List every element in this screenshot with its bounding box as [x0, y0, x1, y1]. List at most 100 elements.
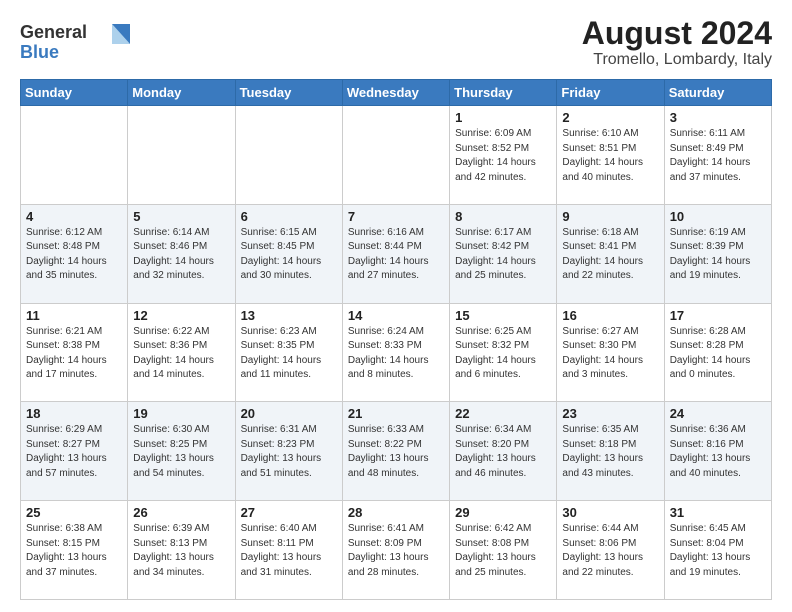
- day-info: Sunrise: 6:40 AM Sunset: 8:11 PM Dayligh…: [241, 522, 337, 580]
- day-info: Sunrise: 6:27 AM Sunset: 8:30 PM Dayligh…: [562, 325, 658, 383]
- page: General Blue August 2024 Tromello, Lomba…: [0, 0, 792, 612]
- calendar-cell: 18 Sunrise: 6:29 AM Sunset: 8:27 PM Dayli…: [21, 402, 128, 501]
- day-info: Sunrise: 6:39 AM Sunset: 8:13 PM Dayligh…: [133, 522, 229, 580]
- day-info: Sunrise: 6:22 AM Sunset: 8:36 PM Dayligh…: [133, 325, 229, 383]
- week-row-1: 1 Sunrise: 6:09 AM Sunset: 8:52 PM Daylig…: [21, 106, 772, 205]
- calendar-cell: 22 Sunrise: 6:34 AM Sunset: 8:20 PM Dayli…: [450, 402, 557, 501]
- day-info: Sunrise: 6:42 AM Sunset: 8:08 PM Dayligh…: [455, 522, 551, 580]
- day-info: Sunrise: 6:38 AM Sunset: 8:15 PM Dayligh…: [26, 522, 122, 580]
- day-info: Sunrise: 6:09 AM Sunset: 8:52 PM Dayligh…: [455, 127, 551, 185]
- calendar-cell: 28 Sunrise: 6:41 AM Sunset: 8:09 PM Dayli…: [342, 501, 449, 600]
- title-block: August 2024 Tromello, Lombardy, Italy: [582, 16, 772, 69]
- day-info: Sunrise: 6:23 AM Sunset: 8:35 PM Dayligh…: [241, 325, 337, 383]
- calendar-cell: 15 Sunrise: 6:25 AM Sunset: 8:32 PM Dayli…: [450, 303, 557, 402]
- day-number: 31: [670, 505, 766, 520]
- calendar-cell: [128, 106, 235, 205]
- calendar-cell: 13 Sunrise: 6:23 AM Sunset: 8:35 PM Dayli…: [235, 303, 342, 402]
- calendar-cell: 5 Sunrise: 6:14 AM Sunset: 8:46 PM Daylig…: [128, 204, 235, 303]
- calendar-table: SundayMondayTuesdayWednesdayThursdayFrid…: [20, 79, 772, 600]
- weekday-header-monday: Monday: [128, 80, 235, 106]
- day-number: 13: [241, 308, 337, 323]
- calendar-cell: 1 Sunrise: 6:09 AM Sunset: 8:52 PM Daylig…: [450, 106, 557, 205]
- day-info: Sunrise: 6:12 AM Sunset: 8:48 PM Dayligh…: [26, 226, 122, 284]
- day-number: 4: [26, 209, 122, 224]
- calendar-cell: 12 Sunrise: 6:22 AM Sunset: 8:36 PM Dayli…: [128, 303, 235, 402]
- day-number: 3: [670, 110, 766, 125]
- calendar-cell: 25 Sunrise: 6:38 AM Sunset: 8:15 PM Dayli…: [21, 501, 128, 600]
- calendar-cell: 7Sunrise: 6:16 AM Sunset: 8:44 PM Daylig…: [342, 204, 449, 303]
- day-info: Sunrise: 6:18 AM Sunset: 8:41 PM Dayligh…: [562, 226, 658, 284]
- day-number: 16: [562, 308, 658, 323]
- logo: General Blue: [20, 16, 130, 69]
- calendar-cell: 20Sunrise: 6:31 AM Sunset: 8:23 PM Dayli…: [235, 402, 342, 501]
- day-number: 22: [455, 406, 551, 421]
- day-number: 15: [455, 308, 551, 323]
- calendar-cell: [235, 106, 342, 205]
- calendar-cell: 17Sunrise: 6:28 AM Sunset: 8:28 PM Dayli…: [664, 303, 771, 402]
- day-number: 25: [26, 505, 122, 520]
- day-number: 18: [26, 406, 122, 421]
- day-info: Sunrise: 6:28 AM Sunset: 8:28 PM Dayligh…: [670, 325, 766, 383]
- header: General Blue August 2024 Tromello, Lomba…: [20, 16, 772, 69]
- day-number: 27: [241, 505, 337, 520]
- week-row-2: 4 Sunrise: 6:12 AM Sunset: 8:48 PM Daylig…: [21, 204, 772, 303]
- day-info: Sunrise: 6:19 AM Sunset: 8:39 PM Dayligh…: [670, 226, 766, 284]
- day-info: Sunrise: 6:10 AM Sunset: 8:51 PM Dayligh…: [562, 127, 658, 185]
- page-subtitle: Tromello, Lombardy, Italy: [582, 51, 772, 69]
- calendar-header: SundayMondayTuesdayWednesdayThursdayFrid…: [21, 80, 772, 106]
- page-title: August 2024: [582, 16, 772, 51]
- day-info: Sunrise: 6:15 AM Sunset: 8:45 PM Dayligh…: [241, 226, 337, 284]
- day-number: 12: [133, 308, 229, 323]
- day-info: Sunrise: 6:17 AM Sunset: 8:42 PM Dayligh…: [455, 226, 551, 284]
- day-number: 28: [348, 505, 444, 520]
- calendar-cell: 19 Sunrise: 6:30 AM Sunset: 8:25 PM Dayli…: [128, 402, 235, 501]
- day-number: 26: [133, 505, 229, 520]
- weekday-row: SundayMondayTuesdayWednesdayThursdayFrid…: [21, 80, 772, 106]
- day-number: 23: [562, 406, 658, 421]
- day-number: 24: [670, 406, 766, 421]
- calendar-cell: 27 Sunrise: 6:40 AM Sunset: 8:11 PM Dayli…: [235, 501, 342, 600]
- day-number: 14: [348, 308, 444, 323]
- calendar-cell: 4 Sunrise: 6:12 AM Sunset: 8:48 PM Daylig…: [21, 204, 128, 303]
- week-row-5: 25 Sunrise: 6:38 AM Sunset: 8:15 PM Dayli…: [21, 501, 772, 600]
- day-number: 29: [455, 505, 551, 520]
- day-info: Sunrise: 6:11 AM Sunset: 8:49 PM Dayligh…: [670, 127, 766, 185]
- calendar-cell: 3 Sunrise: 6:11 AM Sunset: 8:49 PM Daylig…: [664, 106, 771, 205]
- day-info: Sunrise: 6:36 AM Sunset: 8:16 PM Dayligh…: [670, 423, 766, 481]
- day-info: Sunrise: 6:16 AM Sunset: 8:44 PM Dayligh…: [348, 226, 444, 284]
- weekday-header-friday: Friday: [557, 80, 664, 106]
- weekday-header-sunday: Sunday: [21, 80, 128, 106]
- day-info: Sunrise: 6:33 AM Sunset: 8:22 PM Dayligh…: [348, 423, 444, 481]
- day-number: 19: [133, 406, 229, 421]
- day-info: Sunrise: 6:29 AM Sunset: 8:27 PM Dayligh…: [26, 423, 122, 481]
- calendar-cell: [342, 106, 449, 205]
- day-info: Sunrise: 6:45 AM Sunset: 8:04 PM Dayligh…: [670, 522, 766, 580]
- week-row-3: 11Sunrise: 6:21 AM Sunset: 8:38 PM Dayli…: [21, 303, 772, 402]
- calendar-cell: 26 Sunrise: 6:39 AM Sunset: 8:13 PM Dayli…: [128, 501, 235, 600]
- day-info: Sunrise: 6:44 AM Sunset: 8:06 PM Dayligh…: [562, 522, 658, 580]
- day-info: Sunrise: 6:31 AM Sunset: 8:23 PM Dayligh…: [241, 423, 337, 481]
- weekday-header-saturday: Saturday: [664, 80, 771, 106]
- logo-svg: General Blue: [20, 16, 130, 64]
- calendar-cell: 9 Sunrise: 6:18 AM Sunset: 8:41 PM Daylig…: [557, 204, 664, 303]
- calendar-cell: 8 Sunrise: 6:17 AM Sunset: 8:42 PM Daylig…: [450, 204, 557, 303]
- day-info: Sunrise: 6:34 AM Sunset: 8:20 PM Dayligh…: [455, 423, 551, 481]
- day-info: Sunrise: 6:14 AM Sunset: 8:46 PM Dayligh…: [133, 226, 229, 284]
- day-number: 8: [455, 209, 551, 224]
- day-number: 11: [26, 308, 122, 323]
- calendar-body: 1 Sunrise: 6:09 AM Sunset: 8:52 PM Daylig…: [21, 106, 772, 600]
- day-number: 2: [562, 110, 658, 125]
- day-number: 1: [455, 110, 551, 125]
- day-number: 9: [562, 209, 658, 224]
- day-info: Sunrise: 6:25 AM Sunset: 8:32 PM Dayligh…: [455, 325, 551, 383]
- day-info: Sunrise: 6:24 AM Sunset: 8:33 PM Dayligh…: [348, 325, 444, 383]
- day-number: 30: [562, 505, 658, 520]
- day-info: Sunrise: 6:41 AM Sunset: 8:09 PM Dayligh…: [348, 522, 444, 580]
- week-row-4: 18 Sunrise: 6:29 AM Sunset: 8:27 PM Dayli…: [21, 402, 772, 501]
- day-number: 6: [241, 209, 337, 224]
- day-info: Sunrise: 6:30 AM Sunset: 8:25 PM Dayligh…: [133, 423, 229, 481]
- weekday-header-tuesday: Tuesday: [235, 80, 342, 106]
- weekday-header-thursday: Thursday: [450, 80, 557, 106]
- calendar-cell: 2 Sunrise: 6:10 AM Sunset: 8:51 PM Daylig…: [557, 106, 664, 205]
- day-number: 5: [133, 209, 229, 224]
